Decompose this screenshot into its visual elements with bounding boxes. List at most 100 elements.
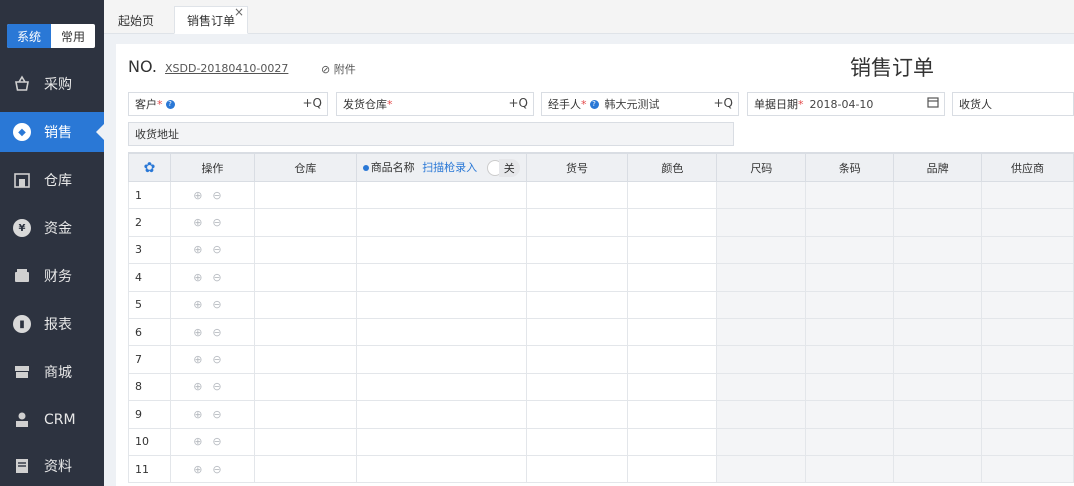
row-actions[interactable]: ⊕⊖ [169, 372, 255, 402]
sidebar-item-crm[interactable]: CRM [0, 400, 104, 440]
cell-warehouse[interactable] [253, 235, 357, 265]
row-actions[interactable]: ⊕⊖ [169, 400, 255, 429]
cell-color[interactable] [627, 372, 718, 402]
receiver-field[interactable]: 收货人 [952, 92, 1074, 116]
sidebar-item-sales[interactable]: ◆ 销售 [0, 112, 104, 152]
cell-color[interactable] [627, 317, 718, 347]
table-row[interactable]: 7 ⊕⊖ [128, 345, 1074, 374]
cell-product[interactable] [355, 317, 527, 347]
sidebar-item-mall[interactable]: 商城 [0, 352, 104, 392]
tab-label: 起始页 [118, 13, 155, 28]
cell-warehouse[interactable] [253, 400, 357, 429]
table-row[interactable]: 5 ⊕⊖ [128, 290, 1074, 319]
cell-color[interactable] [627, 290, 718, 319]
cell-warehouse[interactable] [253, 263, 357, 292]
scan-toggle[interactable]: 关 [486, 158, 520, 177]
cell-product[interactable] [355, 454, 527, 484]
cell-sku[interactable] [525, 427, 629, 456]
table-row[interactable]: 2 ⊕⊖ [128, 208, 1074, 237]
cell-product[interactable] [355, 208, 527, 237]
column-settings-button[interactable]: ✿ [128, 153, 171, 182]
sidebar-item-report[interactable]: ▮ 报表 [0, 304, 104, 344]
cell-color[interactable] [627, 263, 718, 292]
cell-color[interactable] [627, 454, 718, 484]
table-row[interactable]: 3 ⊕⊖ [128, 235, 1074, 265]
cell-sku[interactable] [525, 235, 629, 265]
table-row[interactable]: 11 ⊕⊖ [128, 454, 1074, 484]
address-field[interactable]: 收货地址 [128, 122, 734, 146]
mode-system-button[interactable]: 系统 [7, 24, 51, 48]
date-field[interactable]: 单据日期 * 2018-04-10 [747, 92, 945, 116]
cell-sku[interactable] [525, 290, 629, 319]
cell-sku[interactable] [525, 263, 629, 292]
cell-color[interactable] [627, 400, 718, 429]
sidebar-item-finance[interactable]: 财务 [0, 256, 104, 296]
row-actions[interactable]: ⊕⊖ [169, 263, 255, 292]
table-row[interactable]: 10 ⊕⊖ [128, 427, 1074, 456]
sidebar-item-purchase[interactable]: 采购 [0, 64, 104, 104]
cell-color[interactable] [627, 208, 718, 237]
cell-warehouse[interactable] [253, 427, 357, 456]
cell-sku[interactable] [525, 345, 629, 374]
cell-sku[interactable] [525, 208, 629, 237]
table-row[interactable]: 9 ⊕⊖ [128, 400, 1074, 429]
cell-warehouse[interactable] [253, 180, 357, 210]
add-search-icon[interactable]: +Q [714, 96, 734, 110]
row-actions[interactable]: ⊕⊖ [169, 345, 255, 374]
help-icon: ? [165, 99, 175, 109]
cell-product[interactable] [355, 427, 527, 456]
cell-product[interactable] [355, 180, 527, 210]
cell-warehouse[interactable] [253, 345, 357, 374]
row-actions[interactable]: ⊕⊖ [169, 180, 255, 210]
cell-barcode [805, 317, 895, 347]
cell-color[interactable] [627, 235, 718, 265]
sidebar-item-funds[interactable]: ¥ 资金 [0, 208, 104, 248]
cell-sku[interactable] [525, 180, 629, 210]
warehouse-field[interactable]: 发货仓库 * +Q [336, 92, 534, 116]
calendar-icon[interactable] [927, 96, 939, 111]
handler-field[interactable]: 经手人 *? 韩大元测试 +Q [541, 92, 739, 116]
mode-common-button[interactable]: 常用 [51, 24, 95, 48]
close-icon[interactable]: × [234, 5, 244, 19]
cell-color[interactable] [627, 180, 718, 210]
sidebar-item-data[interactable]: 资料 [0, 446, 104, 486]
table-row[interactable]: 4 ⊕⊖ [128, 263, 1074, 292]
row-actions[interactable]: ⊕⊖ [169, 454, 255, 484]
cell-product[interactable] [355, 290, 527, 319]
table-row[interactable]: 1 ⊕⊖ [128, 180, 1074, 210]
row-actions[interactable]: ⊕⊖ [169, 235, 255, 265]
doc-code[interactable]: XSDD-20180410-0027 [165, 62, 288, 75]
row-number: 2 [128, 208, 171, 237]
cell-sku[interactable] [525, 317, 629, 347]
attachment-button[interactable]: ⊘ 附件 [321, 61, 356, 77]
cell-sku[interactable] [525, 372, 629, 402]
cell-sku[interactable] [525, 400, 629, 429]
cell-product[interactable] [355, 345, 527, 374]
cell-warehouse[interactable] [253, 208, 357, 237]
cell-product[interactable] [355, 263, 527, 292]
cell-product[interactable] [355, 372, 527, 402]
row-actions[interactable]: ⊕⊖ [169, 208, 255, 237]
cell-warehouse[interactable] [253, 317, 357, 347]
tab-home[interactable]: 起始页 [106, 6, 166, 34]
cell-product[interactable] [355, 400, 527, 429]
table-row[interactable]: 6 ⊕⊖ [128, 317, 1074, 347]
cell-warehouse[interactable] [253, 454, 357, 484]
cell-warehouse[interactable] [253, 290, 357, 319]
order-table: ✿ 操作 仓库 商品名称 扫描枪录入 关 货号 颜色 尺码 条码 品牌 供应商 … [128, 153, 1074, 484]
cell-color[interactable] [627, 427, 718, 456]
sidebar-item-warehouse[interactable]: 仓库 [0, 160, 104, 200]
table-row[interactable]: 8 ⊕⊖ [128, 372, 1074, 402]
row-actions[interactable]: ⊕⊖ [169, 427, 255, 456]
cell-sku[interactable] [525, 454, 629, 484]
add-search-icon[interactable]: +Q [509, 96, 529, 110]
row-actions[interactable]: ⊕⊖ [169, 317, 255, 347]
cell-product[interactable] [355, 235, 527, 265]
cell-warehouse[interactable] [253, 372, 357, 402]
scan-entry-link[interactable]: 扫描枪录入 [422, 161, 477, 174]
tab-sales-order[interactable]: 销售订单 × [174, 5, 249, 34]
cell-color[interactable] [627, 345, 718, 374]
add-search-icon[interactable]: +Q [303, 96, 323, 110]
customer-field[interactable]: 客户 *? +Q [128, 92, 328, 116]
row-actions[interactable]: ⊕⊖ [169, 290, 255, 319]
